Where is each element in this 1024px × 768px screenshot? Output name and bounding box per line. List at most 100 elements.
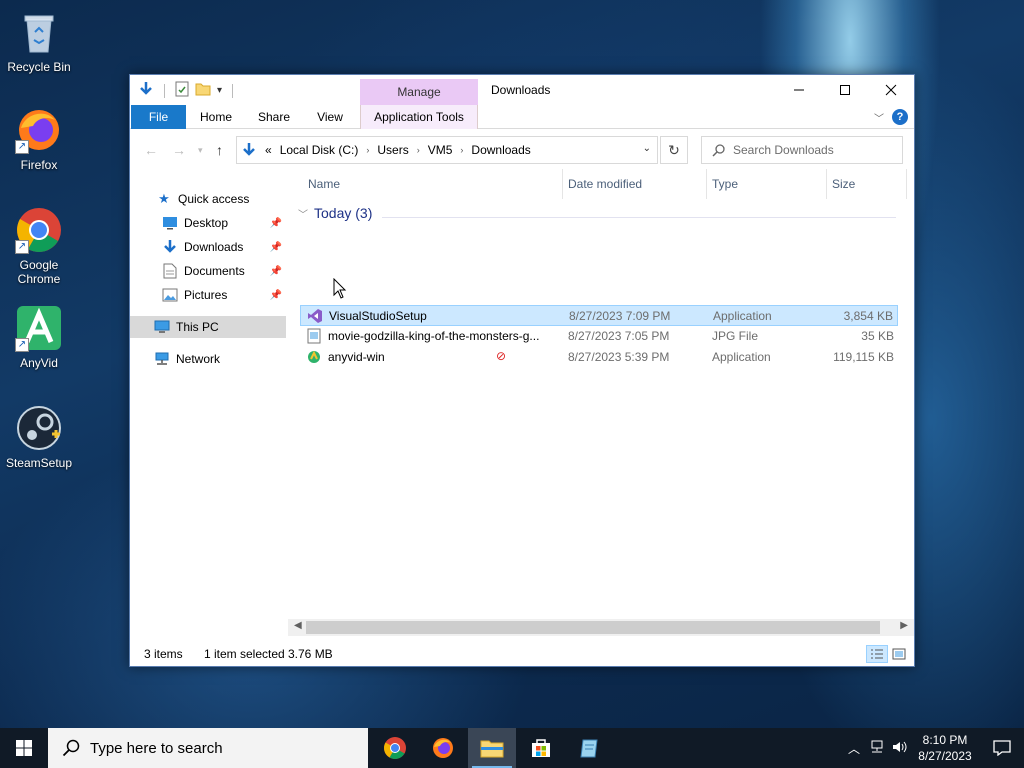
start-button[interactable] (0, 728, 48, 768)
address-bar[interactable]: « Local Disk (C:) › Users › VM5 › Downlo… (236, 136, 658, 164)
file-date: 8/27/2023 5:39 PM (568, 350, 670, 364)
desktop-icon-chrome[interactable]: ↗ Google Chrome (4, 206, 74, 286)
no-drop-icon: ⊘ (496, 349, 507, 363)
nav-label: This PC (176, 320, 219, 334)
status-size: 3.76 MB (288, 647, 333, 661)
table-row[interactable]: movie-godzilla-king-of-the-monsters-g...… (300, 326, 898, 347)
file-type: JPG File (712, 329, 759, 343)
desktop-icon-steamsetup[interactable]: SteamSetup (4, 404, 74, 470)
search-icon (62, 739, 80, 757)
column-header-name[interactable]: Name (308, 169, 340, 199)
desktop-icon (162, 215, 178, 231)
shortcut-arrow-icon: ↗ (15, 338, 29, 352)
title-bar[interactable]: ▾ Manage Downloads (130, 75, 914, 105)
navigation-pane: ★ Quick access Desktop 📌 Downloads 📌 Doc… (130, 175, 288, 636)
customize-qat-icon[interactable]: ▾ (217, 85, 222, 96)
clock-time: 8:10 PM (922, 733, 968, 747)
taskbar-firefox[interactable] (419, 728, 467, 768)
chevron-up-icon[interactable]: ︿ (842, 740, 866, 757)
desktop-icon-label: AnyVid (20, 356, 58, 370)
back-arrow-icon[interactable]: ← (144, 142, 158, 158)
nav-documents[interactable]: Documents 📌 (130, 260, 286, 282)
nav-network[interactable]: Network (130, 348, 286, 370)
column-header-size[interactable]: Size (832, 169, 855, 199)
forward-arrow-icon[interactable]: → (172, 142, 186, 158)
network-status-icon[interactable] (866, 740, 888, 757)
search-icon (712, 143, 725, 157)
breadcrumb-local-disk[interactable]: Local Disk (C:) (280, 143, 359, 157)
desktop-icon-firefox[interactable]: ↗ Firefox (4, 106, 74, 172)
file-name: anyvid-win (328, 350, 385, 364)
pin-icon[interactable]: 📌 (270, 290, 282, 301)
tab-application-tools[interactable]: Application Tools (360, 105, 478, 129)
desktop-icon-recycle-bin[interactable]: Recycle Bin (4, 8, 74, 74)
properties-icon[interactable] (175, 81, 189, 100)
tab-home[interactable]: Home (192, 105, 240, 129)
expand-ribbon-icon[interactable]: ﹀ (874, 110, 884, 125)
nav-quick-access[interactable]: ★ Quick access (130, 188, 286, 210)
taskbar-file-explorer[interactable] (468, 728, 516, 768)
tab-view[interactable]: View (307, 105, 353, 129)
file-name: VisualStudioSetup (329, 309, 427, 323)
taskbar-app[interactable] (566, 728, 614, 768)
volume-icon[interactable] (888, 740, 910, 757)
taskbar-chrome[interactable] (371, 728, 419, 768)
column-header-type[interactable]: Type (712, 169, 738, 199)
breadcrumb-users[interactable]: Users (377, 143, 408, 157)
close-button[interactable] (868, 75, 914, 105)
taskbar-store[interactable] (517, 728, 565, 768)
nav-pictures[interactable]: Pictures 📌 (130, 284, 286, 306)
scrollbar-thumb[interactable] (306, 621, 880, 634)
new-folder-icon[interactable] (195, 82, 211, 99)
pin-icon[interactable]: 📌 (270, 242, 282, 253)
notepad-icon (580, 739, 598, 758)
nav-label: Downloads (184, 240, 244, 254)
taskbar-clock[interactable]: 8:10 PM 8/27/2023 (910, 732, 980, 764)
tab-share[interactable]: Share (250, 105, 298, 129)
recent-locations-icon[interactable]: ▾ (198, 145, 203, 156)
tab-file[interactable]: File (131, 105, 186, 129)
pin-icon[interactable]: 📌 (270, 218, 282, 229)
help-icon[interactable]: ? (892, 109, 908, 125)
notifications-icon[interactable] (980, 740, 1024, 756)
minimize-icon (794, 89, 804, 91)
file-size: 119,115 KB (833, 350, 894, 364)
minimize-button[interactable] (776, 75, 822, 105)
pin-icon[interactable]: 📌 (270, 266, 282, 277)
ribbon-tabs: File Home Share View Application Tools (130, 105, 914, 129)
table-row[interactable]: anyvid-win 8/27/2023 5:39 PM Application… (300, 347, 898, 368)
scroll-left-icon[interactable]: ◀ (294, 620, 302, 631)
taskbar-search-input[interactable]: Type here to search (48, 728, 368, 768)
nav-downloads[interactable]: Downloads 📌 (130, 236, 286, 258)
nav-this-pc[interactable]: This PC (130, 316, 286, 338)
details-view-button[interactable] (866, 645, 888, 663)
refresh-button[interactable]: ↻ (660, 136, 688, 164)
column-header-date[interactable]: Date modified (568, 169, 642, 199)
horizontal-scrollbar[interactable]: ◀ ▶ (288, 619, 914, 636)
computer-icon (154, 319, 170, 335)
group-header-today[interactable]: ﹀ Today (3) (298, 205, 372, 221)
desktop-icon-label: Recycle Bin (7, 60, 71, 74)
nav-desktop[interactable]: Desktop 📌 (130, 212, 286, 234)
breadcrumb-vm5[interactable]: VM5 (428, 143, 453, 157)
quick-access-toolbar: ▾ (138, 81, 237, 100)
taskbar: Type here to search ︿ 8:10 PM 8/27/2023 (0, 728, 1024, 768)
download-arrow-icon (162, 239, 178, 255)
search-input[interactable]: Search Downloads (701, 136, 903, 164)
up-arrow-icon[interactable]: ↑ (216, 142, 223, 158)
manage-context-label: Manage (360, 79, 478, 105)
desktop-icon-anyvid[interactable]: ↗ AnyVid (4, 304, 74, 370)
network-icon (154, 351, 170, 367)
search-placeholder: Search Downloads (733, 143, 834, 157)
details-view-icon (871, 649, 883, 659)
table-row[interactable]: VisualStudioSetup 8/27/2023 7:09 PM Appl… (300, 305, 898, 326)
mouse-cursor-icon (333, 278, 347, 299)
breadcrumb-downloads[interactable]: Downloads (471, 143, 530, 157)
large-icons-view-button[interactable] (888, 645, 910, 663)
scroll-right-icon[interactable]: ▶ (900, 620, 908, 631)
window-title: Downloads (491, 83, 551, 97)
chevron-down-icon[interactable]: ⌄ (643, 143, 651, 154)
maximize-button[interactable] (822, 75, 868, 105)
breadcrumb-overflow[interactable]: « (265, 143, 272, 157)
download-arrow-icon[interactable] (138, 81, 154, 100)
